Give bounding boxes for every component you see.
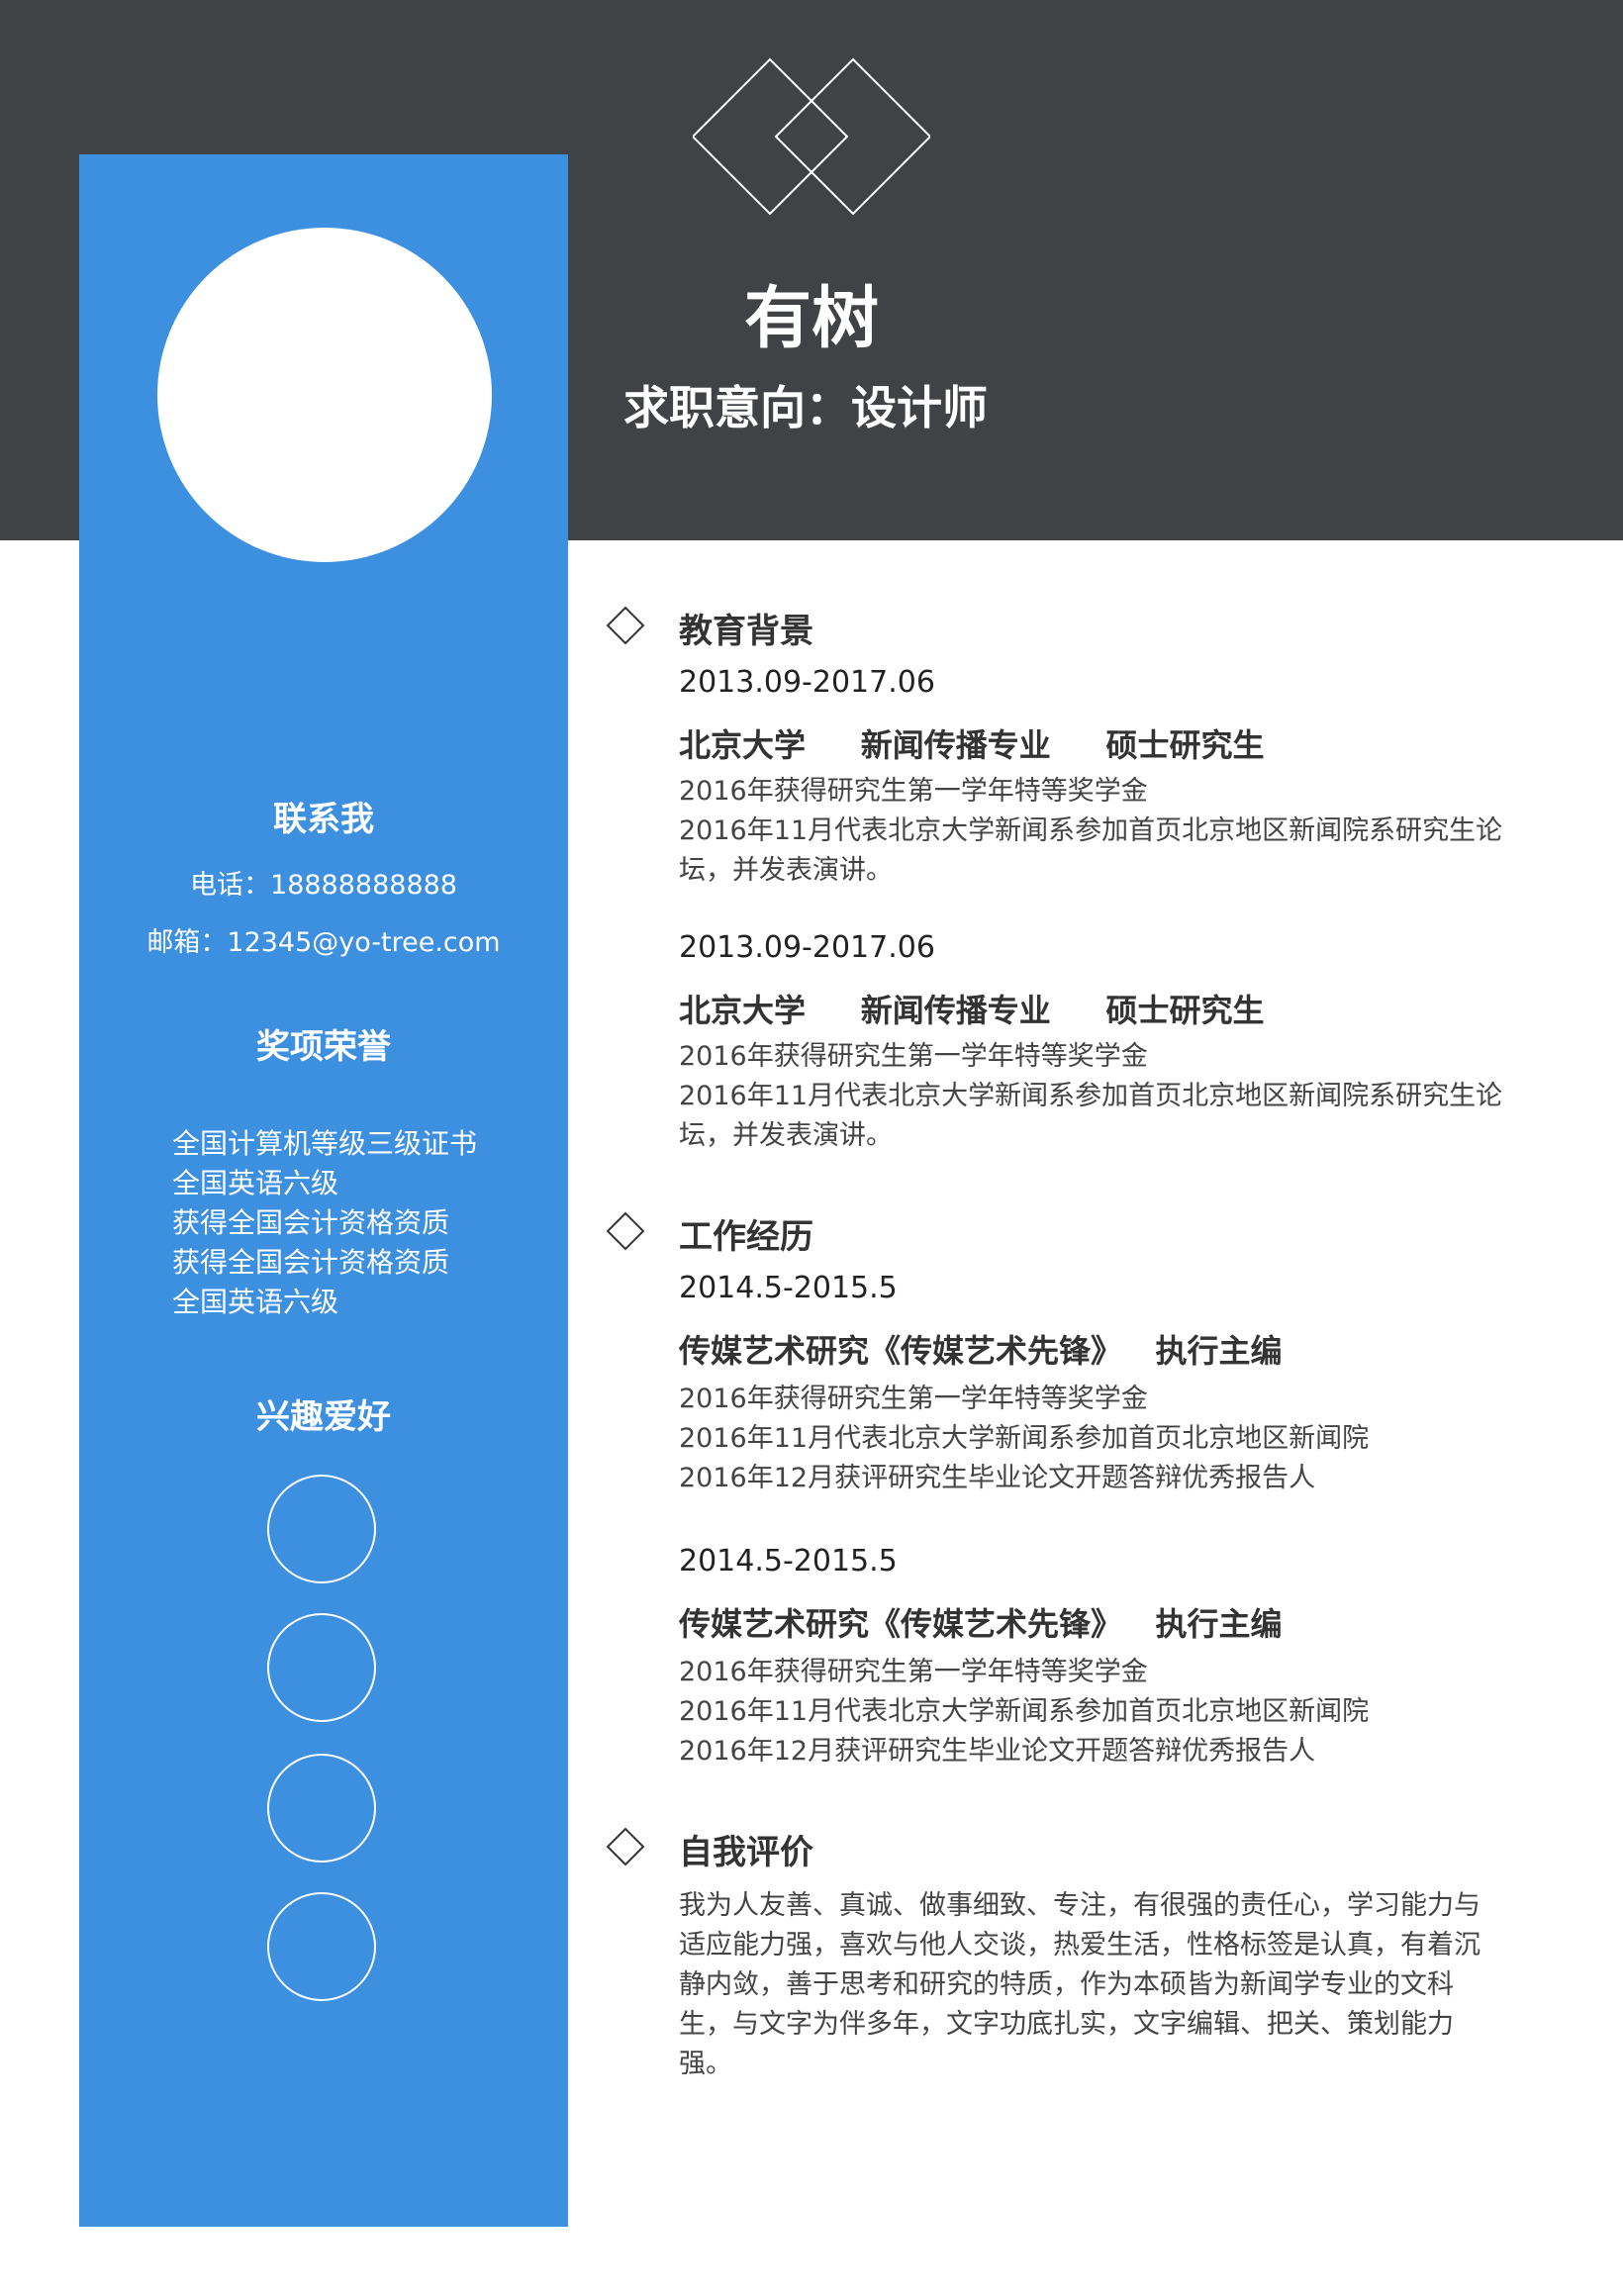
school: 北京大学 [679, 992, 807, 1029]
role: 执行主编 [1155, 1332, 1283, 1370]
detail-line: 2016年12月获评研究生毕业论文开题答辩优秀报告人 [679, 1736, 1316, 1767]
detail-line: 2016年11月代表北京大学新闻系参加首页北京地区新闻院系研究生论 [679, 815, 1503, 846]
detail-line: 我为人友善、真诚、做事细致、专注，有很强的责任心，学习能力与 [679, 1890, 1480, 1921]
education-period: 2013.09-2017.06 [679, 930, 935, 965]
hobbies-title: 兴趣爱好 [256, 1397, 391, 1437]
award-item: 全国英语六级 [172, 1167, 339, 1199]
award-item: 获得全国会计资格资质 [172, 1206, 450, 1239]
detail-line: 2016年获得研究生第一学年特等奖学金 [679, 1041, 1148, 1072]
diamond-outline-icon [606, 1211, 645, 1251]
education-degree-line: 北京大学 新闻传播专业 硕士研究生 [679, 986, 1264, 1031]
candidate-name: 有树 [743, 280, 879, 358]
hobby-circle-icon [267, 1754, 376, 1863]
company: 传媒艺术研究《传媒艺术先锋》 [679, 1332, 1123, 1370]
work-details: 2016年获得研究生第一学年特等奖学金 2016年11月代表北京大学新闻系参加首… [679, 1380, 1530, 1498]
hobby-circle-icon [267, 1475, 376, 1583]
double-diamond-logo [693, 57, 930, 216]
work-details: 2016年获得研究生第一学年特等奖学金 2016年11月代表北京大学新闻系参加首… [679, 1653, 1530, 1771]
detail-line: 2016年11月代表北京大学新闻系参加首页北京地区新闻院系研究生论 [679, 1081, 1503, 1111]
education-details: 2016年获得研究生第一学年特等奖学金 2016年11月代表北京大学新闻系参加首… [679, 1037, 1530, 1156]
detail-line: 静内敛，善于思考和研究的特质，作为本硕皆为新闻学专业的文科 [679, 1969, 1454, 2000]
education-period: 2013.09-2017.06 [679, 665, 935, 700]
award-item: 全国英语六级 [172, 1286, 339, 1318]
detail-line: 2016年11月代表北京大学新闻系参加首页北京地区新闻院 [679, 1423, 1370, 1454]
work-period: 2014.5-2015.5 [679, 1271, 898, 1305]
major: 新闻传播专业 [860, 992, 1051, 1029]
hobby-circle-icon [267, 1892, 376, 2001]
detail-line: 2016年11月代表北京大学新闻系参加首页北京地区新闻院 [679, 1696, 1370, 1727]
sidebar: 联系我 电话：18888888888 邮箱：12345@yo-tree.com … [79, 154, 568, 2227]
self-evaluation-text: 我为人友善、真诚、做事细致、专注，有很强的责任心，学习能力与 适应能力强，喜欢与… [679, 1886, 1530, 2084]
awards-list: 全国计算机等级三级证书 全国英语六级 获得全国会计资格资质 获得全国会计资格资质… [172, 1124, 477, 1322]
detail-line: 2016年12月获评研究生毕业论文开题答辩优秀报告人 [679, 1463, 1316, 1493]
degree: 硕士研究生 [1105, 992, 1265, 1029]
role: 执行主编 [1155, 1605, 1283, 1643]
contact-email: 邮箱：12345@yo-tree.com [146, 927, 501, 958]
award-item: 获得全国会计资格资质 [172, 1246, 450, 1279]
education-title: 教育背景 [679, 612, 813, 651]
degree: 硕士研究生 [1105, 726, 1265, 764]
company: 传媒艺术研究《传媒艺术先锋》 [679, 1605, 1123, 1643]
detail-line: 生，与文字为伴多年，文字功底扎实，文字编辑、把关、策划能力 [679, 2009, 1454, 2040]
major: 新闻传播专业 [860, 726, 1051, 764]
avatar [157, 228, 492, 562]
work-role-line: 传媒艺术研究《传媒艺术先锋》 执行主编 [679, 1326, 1282, 1372]
detail-line: 适应能力强，喜欢与他人交谈，热爱生活，性格标签是认真，有着沉 [679, 1930, 1480, 1961]
contact-phone: 电话：18888888888 [190, 870, 457, 901]
hobby-circle-icon [267, 1613, 376, 1722]
work-period: 2014.5-2015.5 [679, 1544, 898, 1578]
self-evaluation-title: 自我评价 [679, 1833, 813, 1872]
detail-line: 2016年获得研究生第一学年特等奖学金 [679, 1657, 1148, 1687]
diamond-outline-icon [606, 606, 645, 645]
awards-title: 奖项荣誉 [256, 1027, 391, 1067]
detail-line: 坛，并发表演讲。 [679, 855, 893, 886]
diamond-outline-icon [606, 1827, 645, 1866]
contact-title: 联系我 [273, 800, 374, 839]
award-item: 全国计算机等级三级证书 [172, 1127, 478, 1160]
education-degree-line: 北京大学 新闻传播专业 硕士研究生 [679, 720, 1264, 766]
job-intent: 求职意向：设计师 [623, 381, 988, 434]
detail-line: 2016年获得研究生第一学年特等奖学金 [679, 1384, 1148, 1414]
detail-line: 强。 [679, 2049, 732, 2079]
education-details: 2016年获得研究生第一学年特等奖学金 2016年11月代表北京大学新闻系参加首… [679, 772, 1530, 891]
detail-line: 2016年获得研究生第一学年特等奖学金 [679, 776, 1148, 807]
work-role-line: 传媒艺术研究《传媒艺术先锋》 执行主编 [679, 1599, 1282, 1645]
school: 北京大学 [679, 726, 807, 764]
detail-line: 坛，并发表演讲。 [679, 1120, 893, 1151]
work-title: 工作经历 [679, 1217, 813, 1257]
